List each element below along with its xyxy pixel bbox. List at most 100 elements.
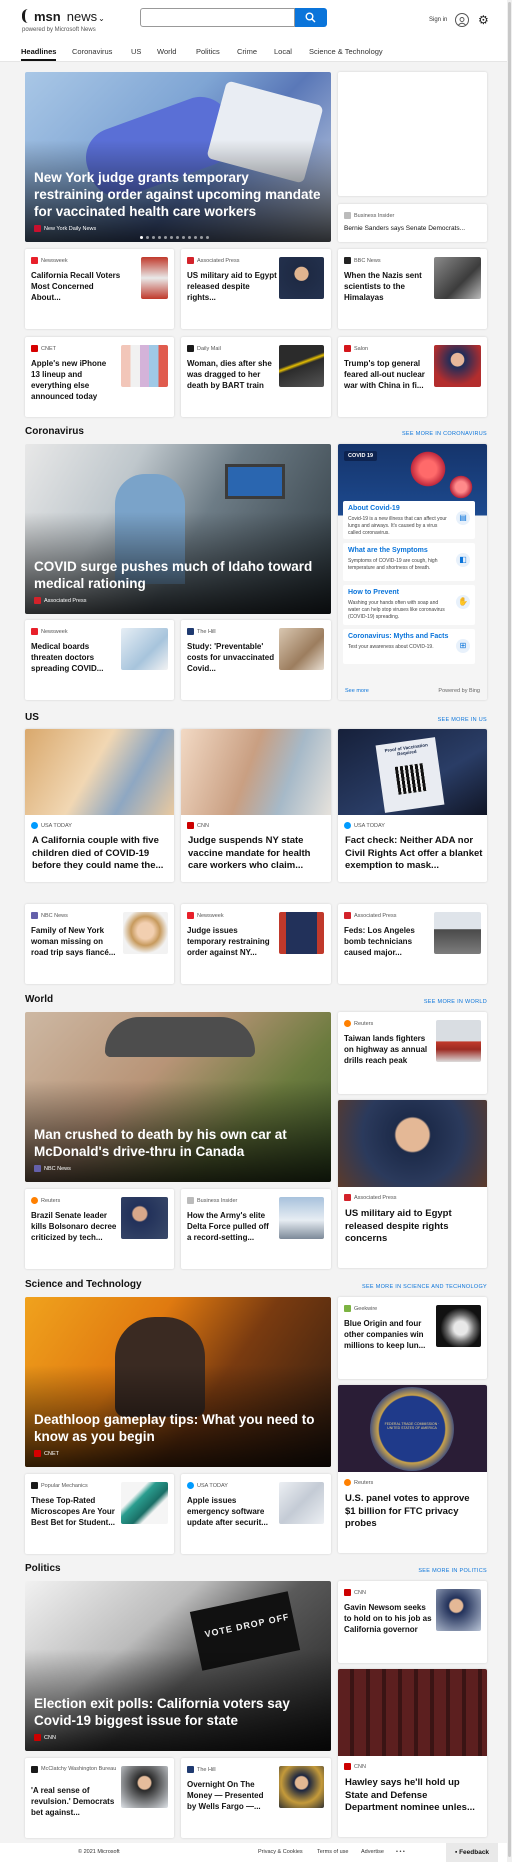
- story-title[interactable]: Trump's top general feared all-out nucle…: [344, 358, 430, 391]
- story-title[interactable]: Bernie Sanders says Senate Democrats...: [344, 225, 465, 232]
- story-title[interactable]: Medical boards threaten doctors spreadin…: [31, 641, 115, 674]
- story-thumbnail: [121, 628, 168, 670]
- story-card[interactable]: CNET Apple's new iPhone 13 lineup and ev…: [25, 337, 174, 417]
- top-header: msn news⌄ powered by Microsoft News Sign …: [0, 0, 512, 40]
- privacy-link[interactable]: Privacy & Cookies: [258, 1849, 303, 1855]
- story-card[interactable]: Business Insider How the Army's elite De…: [181, 1189, 331, 1269]
- story-title[interactable]: Fact check: Neither ADA nor Civil Rights…: [345, 835, 483, 873]
- tab-world[interactable]: World: [157, 47, 176, 56]
- tab-crime[interactable]: Crime: [237, 47, 257, 56]
- chevron-down-icon[interactable]: ⌄: [98, 14, 105, 23]
- story-card[interactable]: Associated Press US military aid to Egyp…: [181, 249, 331, 329]
- story-card[interactable]: Newsweek Judge issues temporary restrain…: [181, 904, 331, 984]
- more-icon[interactable]: • • •: [396, 1849, 405, 1855]
- tab-politics[interactable]: Politics: [196, 47, 220, 56]
- story-card[interactable]: Popular Mechanics These Top-Rated Micros…: [25, 1474, 174, 1554]
- covid-item-myths[interactable]: Coronavirus: Myths and Facts Test your aw…: [343, 629, 475, 664]
- hero-story[interactable]: New York judge grants temporary restrain…: [25, 72, 331, 242]
- story-title[interactable]: US military aid to Egypt released despit…: [345, 1208, 481, 1246]
- terms-link[interactable]: Terms of use: [317, 1849, 348, 1855]
- story-card-feature[interactable]: Associated Press US military aid to Egyp…: [338, 1100, 487, 1268]
- story-card[interactable]: Newsweek Medical boards threaten doctors…: [25, 620, 174, 700]
- side-story[interactable]: Business Insider Bernie Sanders says Sen…: [338, 204, 487, 242]
- advertise-link[interactable]: Advertise: [361, 1849, 384, 1855]
- search-button[interactable]: [295, 8, 327, 27]
- avatar-icon[interactable]: [455, 13, 469, 27]
- story-title[interactable]: Family of New York woman missing on road…: [31, 925, 119, 958]
- story-title[interactable]: Study: 'Preventable' costs for unvaccina…: [187, 641, 275, 674]
- story-card-feature[interactable]: FEDERAL TRADE COMMISSION · UNITED STATES…: [338, 1385, 487, 1553]
- story-title[interactable]: These Top-Rated Microscopes Are Your Bes…: [31, 1495, 117, 1528]
- hero-title[interactable]: Deathloop gameplay tips: What you need t…: [34, 1411, 321, 1445]
- story-title[interactable]: Blue Origin and four other companies win…: [344, 1318, 432, 1351]
- story-card[interactable]: Newsweek California Recall Voters Most C…: [25, 249, 174, 329]
- story-title[interactable]: Judge suspends NY state vaccine mandate …: [188, 835, 326, 873]
- story-card[interactable]: Geekwire Blue Origin and four other comp…: [338, 1297, 487, 1379]
- covid-item-symptoms[interactable]: What are the Symptoms Symptoms of COVID-1…: [343, 543, 475, 581]
- story-card[interactable]: CNN Gavin Newsom seeks to hold on to his…: [338, 1581, 487, 1663]
- story-card[interactable]: The Hill Overnight On The Money — Presen…: [181, 1758, 331, 1838]
- hero-title[interactable]: Man crushed to death by his own car at M…: [34, 1126, 321, 1160]
- story-title[interactable]: California Recall Voters Most Concerned …: [31, 270, 121, 303]
- search-input[interactable]: [140, 8, 295, 27]
- story-image: [181, 729, 331, 815]
- story-title[interactable]: Judge issues temporary restraining order…: [187, 925, 275, 958]
- story-card[interactable]: McClatchy Washington Bureau 'A real sens…: [25, 1758, 174, 1838]
- covid-item-about[interactable]: About Covid-19 Covid-19 is a new illness …: [343, 501, 475, 539]
- gear-icon[interactable]: ⚙: [478, 14, 489, 26]
- story-title[interactable]: Brazil Senate leader kills Bolsonaro dec…: [31, 1210, 117, 1243]
- story-title[interactable]: How the Army's elite Delta Force pulled …: [187, 1210, 275, 1243]
- feedback-button[interactable]: ▪ Feedback: [446, 1843, 498, 1862]
- hero-story[interactable]: VOTE DROP OFF Election exit polls: Calif…: [25, 1581, 331, 1751]
- story-title[interactable]: Apple issues emergency software update a…: [187, 1495, 275, 1528]
- story-title[interactable]: Woman, dies after she was dragged to her…: [187, 358, 275, 391]
- see-more-politics[interactable]: SEE MORE IN POLITICS: [418, 1568, 487, 1574]
- story-card[interactable]: Reuters Taiwan lands fighters on highway…: [338, 1012, 487, 1094]
- story-card[interactable]: Associated Press Feds: Los Angeles bomb …: [338, 904, 487, 984]
- story-card[interactable]: The Hill Study: 'Preventable' costs for …: [181, 620, 331, 700]
- story-card[interactable]: Salon Trump's top general feared all-out…: [338, 337, 487, 417]
- story-title[interactable]: Hawley says he'll hold up State and Defe…: [345, 1777, 481, 1815]
- story-title[interactable]: U.S. panel votes to approve $1 billion f…: [345, 1493, 481, 1531]
- story-title[interactable]: Feds: Los Angeles bomb technicians cause…: [344, 925, 430, 958]
- story-title[interactable]: A California couple with five children d…: [32, 835, 170, 873]
- tab-headlines[interactable]: Headlines: [21, 47, 57, 61]
- story-card-large[interactable]: CNN Judge suspends NY state vaccine mand…: [181, 729, 331, 882]
- covid-item-prevent[interactable]: How to Prevent Washing your hands often w…: [343, 585, 475, 625]
- hero-story[interactable]: Man crushed to death by his own car at M…: [25, 1012, 331, 1182]
- tab-science-technology[interactable]: Science & Technology: [309, 47, 383, 56]
- page-scrollbar[interactable]: [507, 0, 512, 1862]
- hero-title[interactable]: New York judge grants temporary restrain…: [34, 169, 321, 220]
- hero-title[interactable]: COVID surge pushes much of Idaho toward …: [34, 558, 321, 592]
- story-card[interactable]: Daily Mail Woman, dies after she was dra…: [181, 337, 331, 417]
- story-title[interactable]: Overnight On The Money — Presented by We…: [187, 1779, 275, 1812]
- hero-title[interactable]: Election exit polls: California voters s…: [34, 1695, 321, 1729]
- hero-story[interactable]: COVID surge pushes much of Idaho toward …: [25, 444, 331, 614]
- story-title[interactable]: US military aid to Egypt released despit…: [187, 270, 279, 303]
- msn-logo[interactable]: msn news⌄: [22, 9, 105, 24]
- see-more-us[interactable]: SEE MORE IN US: [438, 717, 487, 723]
- story-card[interactable]: NBC News Family of New York woman missin…: [25, 904, 174, 984]
- story-title[interactable]: Taiwan lands fighters on highway as annu…: [344, 1033, 432, 1066]
- story-card[interactable]: Reuters Brazil Senate leader kills Bolso…: [25, 1189, 174, 1269]
- see-more-coronavirus[interactable]: SEE MORE IN CORONAVIRUS: [402, 431, 487, 437]
- tab-us[interactable]: US: [131, 47, 141, 56]
- sign-in-link[interactable]: Sign in: [429, 17, 447, 23]
- story-card[interactable]: USA TODAY Apple issues emergency softwar…: [181, 1474, 331, 1554]
- story-title[interactable]: Gavin Newsom seeks to hold on to his job…: [344, 1602, 432, 1635]
- story-card-large[interactable]: Proof of Vaccination Required USA TODAY …: [338, 729, 487, 882]
- covid-see-more-link[interactable]: See more: [345, 688, 369, 694]
- story-title[interactable]: 'A real sense of revulsion.' Democrats b…: [31, 1785, 117, 1818]
- story-card-feature[interactable]: CNN Hawley says he'll hold up State and …: [338, 1669, 487, 1837]
- see-more-science[interactable]: SEE MORE IN SCIENCE AND TECHNOLOGY: [362, 1284, 487, 1290]
- hero-story[interactable]: Deathloop gameplay tips: What you need t…: [25, 1297, 331, 1467]
- see-more-world[interactable]: SEE MORE IN WORLD: [424, 999, 487, 1005]
- tab-local[interactable]: Local: [274, 47, 292, 56]
- carousel-dots[interactable]: [140, 236, 209, 239]
- story-card[interactable]: BBC News When the Nazis sent scientists …: [338, 249, 487, 329]
- section-heading-world: World: [25, 994, 54, 1005]
- story-card-large[interactable]: USA TODAY A California couple with five …: [25, 729, 174, 882]
- story-title[interactable]: Apple's new iPhone 13 lineup and everyth…: [31, 358, 117, 402]
- tab-coronavirus[interactable]: Coronavirus: [72, 47, 112, 56]
- story-title[interactable]: When the Nazis sent scientists to the Hi…: [344, 270, 430, 303]
